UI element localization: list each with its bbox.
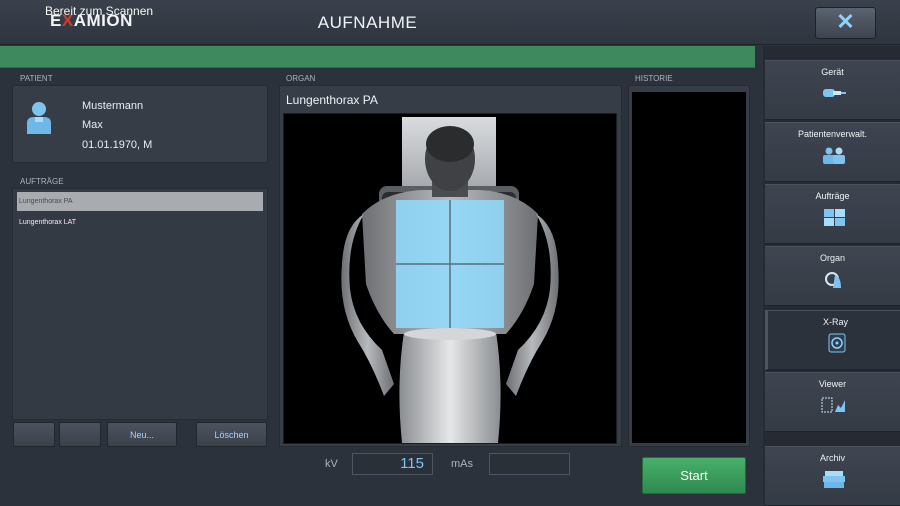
nav-label-orders: Aufträge: [815, 191, 850, 201]
nav-item-device[interactable]: Gerät: [765, 60, 900, 120]
device-icon: [823, 89, 846, 97]
nav-item-archive[interactable]: Archiv: [765, 446, 900, 506]
nav-label-viewer: Viewer: [818, 379, 847, 389]
history-section-label: HISTORIE: [635, 74, 673, 83]
patient-first-name: Max: [82, 119, 103, 131]
patient-last-name: Mustermann: [82, 100, 144, 112]
archive-icon: [823, 471, 845, 488]
xray-icon: [828, 333, 846, 353]
nav-label-archive: Archiv: [819, 453, 845, 463]
history-list[interactable]: [632, 92, 746, 443]
nav-label-organ: Organ: [819, 253, 845, 263]
positioning-illustration: [283, 113, 617, 444]
orders-icon: [824, 209, 845, 226]
nav-label-device: Gerät: [821, 67, 844, 77]
patient-birthdate-sex: 01.01.1970, M: [82, 139, 153, 151]
nav-item-orders[interactable]: Aufträge: [765, 184, 900, 244]
viewer-icon: [821, 397, 845, 413]
patients-icon: [823, 147, 845, 164]
nav-item-xray[interactable]: X-Ray: [765, 310, 900, 370]
mas-label: mAs: [451, 458, 473, 470]
close-icon: ✕: [836, 9, 855, 34]
chest-pa-positioning-illustration: [341, 117, 559, 443]
nav-item-viewer[interactable]: Viewer: [765, 372, 900, 432]
mas-input[interactable]: [489, 453, 570, 475]
patient-section-label: PATIENT: [20, 74, 53, 83]
status-bar: [0, 46, 755, 68]
order-list-item[interactable]: Lungenthorax LAT: [17, 213, 263, 232]
organ-section-label: ORGAN: [286, 74, 316, 83]
start-button[interactable]: Start: [642, 457, 746, 494]
empty-button-2[interactable]: [59, 422, 101, 447]
delete-order-button[interactable]: Löschen: [196, 422, 267, 447]
status-text: Bereit zum Scannen: [45, 4, 154, 18]
close-button[interactable]: ✕: [815, 7, 876, 39]
empty-button-1[interactable]: [13, 422, 55, 447]
order-list-item-selected[interactable]: Lungenthorax PA: [17, 192, 263, 211]
kv-input[interactable]: 115: [352, 453, 433, 475]
nav-item-patient-management[interactable]: Patientenverwalt.: [765, 122, 900, 182]
nav-label-patient-management: Patientenverwalt.: [797, 129, 868, 139]
organ-icon: [825, 272, 841, 288]
kv-label: kV: [325, 458, 338, 470]
nav-label-xray: X-Ray: [822, 317, 848, 327]
organ-title: Lungenthorax PA: [286, 93, 378, 107]
orders-section-label: AUFTRÄGE: [20, 177, 64, 186]
patient-avatar-icon: [27, 102, 51, 134]
new-order-button[interactable]: Neu...: [107, 422, 177, 447]
nav-item-organ[interactable]: Organ: [765, 246, 900, 306]
